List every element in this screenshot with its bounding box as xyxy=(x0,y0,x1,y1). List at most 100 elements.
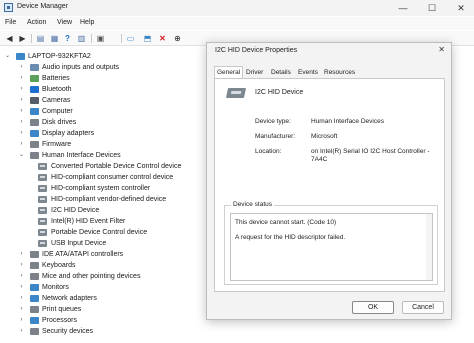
hid-device-icon xyxy=(38,196,47,203)
tree-category-label: IDE ATA/ATAPI controllers xyxy=(42,251,124,258)
menu-action[interactable]: Action xyxy=(27,19,46,26)
category-icon xyxy=(30,317,39,324)
menu-bar: File Action View Help xyxy=(0,17,474,30)
chevron-right-icon[interactable]: › xyxy=(18,128,25,139)
chevron-right-icon[interactable]: › xyxy=(18,139,25,150)
chevron-right-icon[interactable]: › xyxy=(18,326,25,337)
chevron-right-icon[interactable]: › xyxy=(18,260,25,271)
hid-device-icon xyxy=(38,174,47,181)
cancel-button[interactable]: Cancel xyxy=(402,301,444,314)
tree-category-label: Human Interface Devices xyxy=(42,152,121,159)
tab-driver[interactable]: Driver xyxy=(243,66,266,78)
category-icon xyxy=(30,328,39,335)
tab-details[interactable]: Details xyxy=(268,66,294,78)
manufacturer-label: Manufacturer: xyxy=(255,133,296,140)
uninstall-icon[interactable]: ✕ xyxy=(157,33,168,44)
tree-category-label: Audio inputs and outputs xyxy=(42,64,120,71)
forward-icon[interactable]: ▶ xyxy=(17,33,28,44)
menu-view[interactable]: View xyxy=(57,19,72,26)
category-icon xyxy=(30,119,39,126)
tree-category-label: Mice and other pointing devices xyxy=(42,273,141,280)
hid-device-icon xyxy=(38,229,47,236)
manufacturer-value: Microsoft xyxy=(311,133,338,140)
update-driver-icon[interactable]: ⬒ xyxy=(142,33,153,44)
tree-category-label: Network adapters xyxy=(42,295,97,302)
menu-file[interactable]: File xyxy=(5,19,16,26)
tree-category-label: Disk drives xyxy=(42,119,77,126)
chevron-right-icon[interactable]: › xyxy=(18,95,25,106)
tree-category-label: Display adapters xyxy=(42,130,95,137)
category-icon xyxy=(30,97,39,104)
hid-device-icon xyxy=(38,185,47,192)
category-icon xyxy=(30,262,39,269)
scan-icon[interactable]: ▣ xyxy=(95,33,106,44)
chevron-right-icon[interactable]: › xyxy=(18,293,25,304)
chevron-right-icon[interactable]: › xyxy=(18,117,25,128)
maximize-button[interactable]: ☐ xyxy=(419,0,445,16)
category-icon xyxy=(30,130,39,137)
category-icon xyxy=(30,251,39,258)
toolbar-separator xyxy=(121,34,122,43)
tree-category-label: Monitors xyxy=(42,284,69,291)
hid-device-icon xyxy=(38,207,47,214)
chevron-right-icon[interactable]: › xyxy=(18,271,25,282)
chevron-right-icon[interactable]: › xyxy=(18,106,25,117)
enable-icon[interactable]: ⊕ xyxy=(172,33,183,44)
grid-icon[interactable]: ▦ xyxy=(49,33,60,44)
close-window-button[interactable]: ✕ xyxy=(448,0,474,16)
ok-button[interactable]: OK xyxy=(352,301,394,314)
tab-resources[interactable]: Resources xyxy=(321,66,358,78)
tree-category-label: Security devices xyxy=(42,328,93,335)
tree-category-label: Cameras xyxy=(42,97,71,104)
help-icon[interactable]: ? xyxy=(62,33,73,44)
location-label: Location: xyxy=(255,148,282,155)
category-icon xyxy=(30,108,39,115)
properties-icon[interactable]: ▤ xyxy=(35,33,46,44)
device-name: I2C HID Device xyxy=(255,89,304,96)
chevron-right-icon[interactable]: › xyxy=(18,282,25,293)
status-scrollbar[interactable] xyxy=(426,214,432,280)
category-icon xyxy=(30,75,39,82)
chevron-down-icon[interactable]: ⌄ xyxy=(4,51,11,62)
hid-device-label: Portable Device Control device xyxy=(51,229,148,236)
category-icon xyxy=(30,86,39,93)
hid-device-label: USB Input Device xyxy=(51,240,107,247)
chevron-right-icon[interactable]: › xyxy=(18,304,25,315)
minimize-button[interactable]: — xyxy=(390,0,416,16)
tree-category-label: Batteries xyxy=(42,75,70,82)
list-icon[interactable]: ▥ xyxy=(76,33,87,44)
hid-device-label: Intel(R) HID Event Filter xyxy=(51,218,126,225)
device-status-textbox[interactable]: This device cannot start. (Code 10) A re… xyxy=(230,213,433,281)
device-manager-icon xyxy=(4,3,13,12)
tab-events[interactable]: Events xyxy=(295,66,321,78)
tree-category-label: Firmware xyxy=(42,141,72,148)
category-icon xyxy=(30,273,39,280)
chevron-right-icon[interactable]: › xyxy=(18,84,25,95)
category-icon xyxy=(30,141,39,148)
window-title: Device Manager xyxy=(17,3,68,10)
dialog-close-icon[interactable]: ✕ xyxy=(438,45,445,54)
chevron-right-icon[interactable]: › xyxy=(18,62,25,73)
title-bar: Device Manager — ☐ ✕ xyxy=(0,0,474,16)
tree-category-label: Bluetooth xyxy=(42,86,72,93)
monitor-icon[interactable]: ▭ xyxy=(125,33,136,44)
chevron-down-icon[interactable]: ⌄ xyxy=(18,150,25,161)
properties-dialog: I2C HID Device Properties ✕ General Driv… xyxy=(206,42,452,320)
hid-device-label: Converted Portable Device Control device xyxy=(51,163,182,170)
back-icon[interactable]: ◀ xyxy=(4,33,15,44)
device-type-value: Human Interface Devices xyxy=(311,118,384,125)
chevron-right-icon[interactable]: › xyxy=(18,315,25,326)
general-tab-panel: I2C HID Device Device type: Human Interf… xyxy=(214,78,445,292)
hid-device-icon xyxy=(38,218,47,225)
device-status-legend: Device status xyxy=(231,201,275,208)
dialog-title: I2C HID Device Properties xyxy=(215,47,298,54)
hid-device-icon xyxy=(38,163,47,170)
location-value: on Intel(R) Serial IO I2C Host Controlle… xyxy=(311,148,430,163)
chevron-right-icon[interactable]: › xyxy=(18,73,25,84)
category-icon xyxy=(30,295,39,302)
category-icon xyxy=(30,284,39,291)
device-type-label: Device type: xyxy=(255,118,291,125)
category-icon xyxy=(30,306,39,313)
chevron-right-icon[interactable]: › xyxy=(18,249,25,260)
menu-help[interactable]: Help xyxy=(80,19,94,26)
